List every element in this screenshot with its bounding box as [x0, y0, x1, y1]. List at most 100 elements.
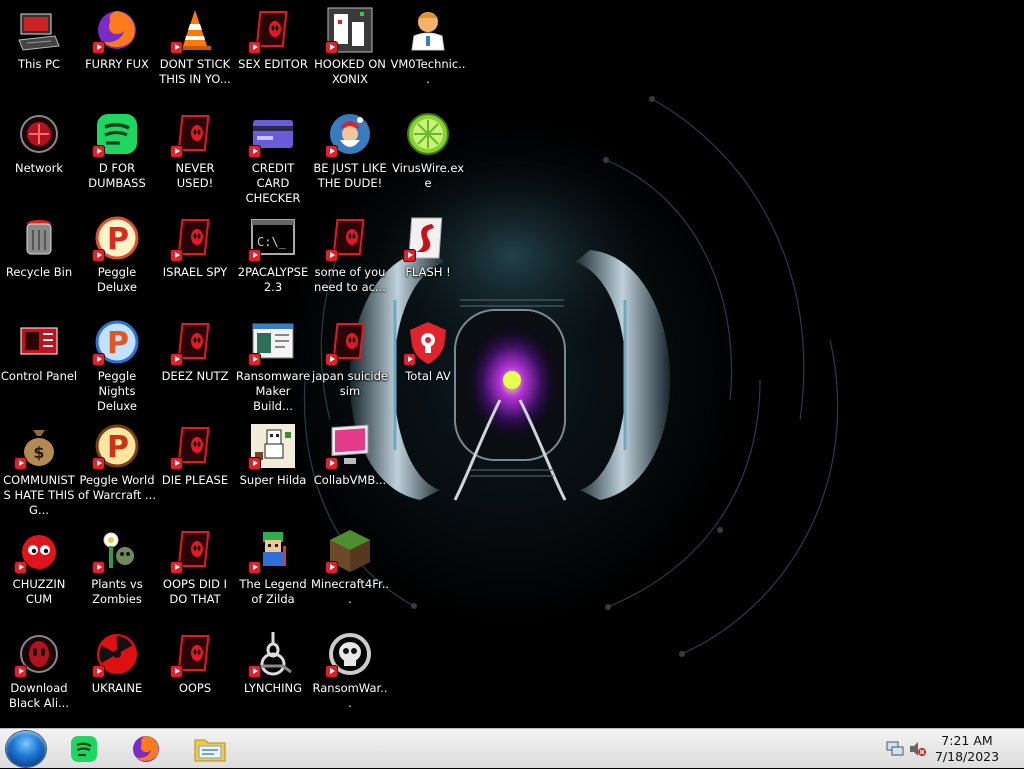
desktop-icon[interactable]: P Peggle World of Warcraft ... — [78, 416, 156, 516]
desktop-icon-label: UKRAINE — [91, 681, 143, 695]
noose-icon — [249, 630, 297, 678]
desktop-icon[interactable]: HOOKED ON XONIX — [311, 0, 389, 100]
desktop-icon[interactable]: BE JUST LIKE THE DUDE! — [311, 104, 389, 204]
desktop-icon[interactable]: $ COMMUNISTS HATE THIS G... — [0, 416, 78, 517]
zelda-character-icon — [249, 526, 297, 574]
desktop-icon[interactable]: This PC — [0, 0, 78, 100]
desktop-icon[interactable]: OOPS DID I DO THAT — [156, 520, 234, 620]
control-panel-icon — [15, 318, 63, 366]
shortcut-arrow-icon — [326, 666, 337, 677]
desktop[interactable]: This PC Network Recycle Bin Control Panel $ C… — [0, 0, 1024, 728]
desktop-icon-label: SEX EDITOR — [238, 57, 308, 71]
desktop-icon[interactable]: FLASH ! — [389, 208, 467, 308]
xonix-game-icon — [326, 6, 374, 54]
desktop-icon[interactable]: P Peggle Nights Deluxe — [78, 312, 156, 413]
computer-icon — [15, 6, 63, 54]
desktop-icon[interactable]: Total AV — [389, 312, 467, 412]
doctor-icon — [404, 6, 452, 54]
desktop-icon[interactable]: Recycle Bin — [0, 208, 78, 308]
desktop-icon[interactable]: DIE PLEASE — [156, 416, 234, 516]
desktop-icon-label: 2PACALYPSE 2.3 — [237, 265, 309, 294]
network-tray-icon[interactable] — [886, 741, 904, 757]
desktop-icon[interactable]: VirusWire.exe — [389, 104, 467, 204]
desktop-icon[interactable]: Plants vs Zombies — [78, 520, 156, 620]
shortcut-arrow-icon — [249, 354, 260, 365]
shortcut-arrow-icon — [326, 146, 337, 157]
desktop-icon[interactable]: Super Hilda — [234, 416, 312, 516]
alien-file-icon — [326, 214, 374, 262]
desktop-icon[interactable]: SEX EDITOR — [234, 0, 312, 100]
plants-vs-zombies-icon — [93, 526, 141, 574]
shortcut-arrow-icon — [249, 458, 260, 469]
desktop-icon[interactable]: P Peggle Deluxe — [78, 208, 156, 308]
network-icon — [15, 110, 63, 158]
desktop-icon-label: HOOKED ON XONIX — [314, 57, 386, 86]
shortcut-arrow-icon — [249, 562, 260, 573]
desktop-icon[interactable]: FURRY FUX — [78, 0, 156, 100]
desktop-icon-label: Plants vs Zombies — [91, 577, 143, 606]
credit-card-icon — [249, 110, 297, 158]
traffic-cone-icon — [171, 6, 219, 54]
desktop-icon-label: D FOR DUMBASS — [88, 161, 146, 190]
clock-date: 7/18/2023 — [934, 749, 1000, 764]
volume-muted-icon[interactable] — [908, 741, 926, 757]
desktop-icon[interactable]: ISRAEL SPY — [156, 208, 234, 308]
desktop-icon[interactable]: UKRAINE — [78, 624, 156, 724]
flash-icon — [404, 214, 452, 262]
desktop-icon-label: RansomWar... — [312, 681, 388, 710]
taskbar-item-file-explorer[interactable] — [190, 732, 230, 766]
desktop-icon-label: OOPS — [178, 681, 212, 695]
desktop-icon[interactable]: D FOR DUMBASS — [78, 104, 156, 204]
desktop-icon-label: CHUZZIN CUM — [12, 577, 66, 606]
shortcut-arrow-icon — [93, 146, 104, 157]
desktop-icon[interactable]: C:\_ 2PACALYPSE 2.3 — [234, 208, 312, 308]
desktop-icon[interactable]: some of you need to ac... — [311, 208, 389, 308]
taskbar-item-spotify-style[interactable] — [66, 732, 102, 766]
desktop-icon[interactable]: Download Black Ali... — [0, 624, 78, 724]
peggle-nights-icon: P — [93, 318, 141, 366]
desktop-icon[interactable]: CHUZZIN CUM — [0, 520, 78, 620]
desktop-icon-label: Network — [14, 161, 64, 175]
desktop-icon[interactable]: Network — [0, 104, 78, 204]
desktop-icon-label: VirusWire.exe — [391, 161, 464, 190]
shortcut-arrow-icon — [171, 458, 182, 469]
desktop-icon-label: CREDIT CARD CHECKER — [245, 161, 301, 205]
desktop-icon[interactable]: japan suicide sim — [311, 312, 389, 412]
desktop-icon-label: FURRY FUX — [85, 57, 149, 71]
desktop-icon-label: LYNCHING — [243, 681, 303, 695]
desktop-icon[interactable]: CREDIT CARD CHECKER — [234, 104, 312, 205]
red-fuzzball-icon — [15, 526, 63, 574]
money-bag-icon: $ — [15, 422, 63, 470]
desktop-icon[interactable]: Ransomware Maker Build... — [234, 312, 312, 413]
desktop-icon-label: Download Black Ali... — [9, 681, 69, 710]
taskbar-item-firefox[interactable] — [128, 732, 164, 766]
desktop-icon[interactable]: CollabVMB... — [311, 416, 389, 516]
start-orb-icon[interactable] — [6, 731, 46, 767]
desktop-icon[interactable]: The Legend of Zilda — [234, 520, 312, 620]
desktop-icon[interactable]: DEEZ NUTZ — [156, 312, 234, 412]
shortcut-arrow-icon — [404, 354, 415, 365]
desktop-icon[interactable]: NEVER USED! — [156, 104, 234, 204]
shortcut-arrow-icon — [171, 42, 182, 53]
shortcut-arrow-icon — [404, 250, 415, 261]
skull-icon — [326, 630, 374, 678]
svg-text:P: P — [107, 326, 129, 361]
desktop-icon[interactable]: VM0Technic... — [389, 0, 467, 100]
desktop-icon[interactable]: Minecraft4Fr... — [311, 520, 389, 620]
minecraft-icon — [326, 526, 374, 574]
desktop-icon[interactable]: DONT STICK THIS IN YO... — [156, 0, 234, 100]
taskbar: 7:21 AM 7/18/2023 — [0, 728, 1024, 768]
desktop-icon[interactable]: LYNCHING — [234, 624, 312, 724]
shortcut-arrow-icon — [93, 42, 104, 53]
alien-file-icon — [249, 6, 297, 54]
shortcut-arrow-icon — [171, 354, 182, 365]
desktop-icon[interactable]: Control Panel — [0, 312, 78, 412]
monitor-icon — [326, 422, 374, 470]
desktop-icon[interactable]: RansomWar... — [311, 624, 389, 724]
desktop-icon-label: japan suicide sim — [312, 369, 388, 398]
desktop-icon[interactable]: OOPS — [156, 624, 234, 724]
shortcut-arrow-icon — [249, 42, 260, 53]
desktop-icon-label: OOPS DID I DO THAT — [162, 577, 228, 606]
shortcut-arrow-icon — [15, 562, 26, 573]
clock[interactable]: 7:21 AM 7/18/2023 — [932, 733, 1002, 765]
